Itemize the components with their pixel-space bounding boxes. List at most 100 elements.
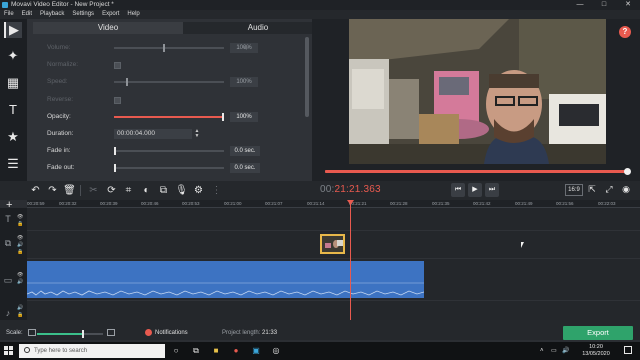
- lock-icon[interactable]: 🔒: [17, 249, 23, 255]
- playhead-line[interactable]: [350, 202, 351, 320]
- notifications-button[interactable]: Notifications: [155, 330, 188, 336]
- fade-out-slider-thumb[interactable]: [114, 164, 116, 172]
- next-frame-button[interactable]: ⏭: [485, 183, 499, 197]
- audio-clip[interactable]: [26, 261, 425, 298]
- mute-icon[interactable]: 🔊: [17, 242, 23, 248]
- magic-wand-icon[interactable]: ✦: [4, 48, 22, 64]
- menu-file[interactable]: File: [0, 10, 18, 19]
- mute-icon[interactable]: 🔊: [17, 305, 23, 311]
- close-button[interactable]: ✕: [616, 0, 640, 10]
- speed-value[interactable]: 100%: [230, 77, 258, 87]
- menu-settings[interactable]: Settings: [68, 10, 98, 19]
- notifications-icon[interactable]: [145, 329, 152, 336]
- maximize-button[interactable]: □: [592, 0, 616, 10]
- aspect-ratio-button[interactable]: 16:9: [565, 184, 583, 196]
- duration-spinner-icon[interactable]: ▲ ▼: [194, 129, 200, 139]
- panel-scrollbar[interactable]: [305, 37, 309, 117]
- transition-icon[interactable]: ⧉: [157, 184, 170, 197]
- ruler-tick: 00:21:14: [307, 201, 325, 206]
- network-icon[interactable]: ▭: [551, 345, 557, 357]
- lock-icon[interactable]: 🔒: [17, 312, 23, 318]
- menu-export[interactable]: Export: [98, 10, 123, 19]
- playback-progress-bar[interactable]: [325, 168, 631, 175]
- volume-slider[interactable]: [114, 44, 224, 52]
- video-preview: [349, 19, 606, 164]
- tray-arrow-icon[interactable]: ˄: [540, 345, 544, 357]
- titles-icon[interactable]: T: [4, 102, 22, 118]
- volume-slider-thumb[interactable]: [163, 44, 165, 52]
- fade-out-value[interactable]: 0.0 sec.: [230, 163, 260, 173]
- fullscreen-icon[interactable]: ⤢: [603, 183, 615, 195]
- stickers-icon[interactable]: ★: [4, 129, 22, 145]
- fade-in-slider-thumb[interactable]: [114, 147, 116, 155]
- menu-bar: File Edit Playback Settings Export Help: [0, 10, 640, 19]
- eye-icon[interactable]: 👁: [17, 272, 23, 278]
- detach-preview-icon[interactable]: ⇱: [586, 183, 598, 195]
- more-icon[interactable]: ⋮: [210, 184, 223, 197]
- settings-gear-icon[interactable]: ⚙: [192, 184, 205, 197]
- more-tools-icon[interactable]: ☰: [4, 156, 22, 172]
- split-icon[interactable]: ✂: [87, 184, 100, 197]
- file-explorer-icon[interactable]: ■: [210, 345, 222, 357]
- mute-icon[interactable]: 🔊: [17, 279, 23, 285]
- speed-slider-thumb[interactable]: [126, 78, 128, 86]
- eye-icon[interactable]: 👁: [17, 214, 23, 220]
- normalize-checkbox[interactable]: [114, 62, 121, 69]
- overlay-clip[interactable]: [320, 234, 345, 254]
- volume-label: Volume:: [47, 44, 71, 51]
- opacity-value[interactable]: 100%: [230, 112, 258, 122]
- help-button[interactable]: ?: [619, 26, 631, 38]
- windows-start-icon[interactable]: [4, 346, 14, 356]
- play-button[interactable]: ▶: [468, 183, 482, 197]
- tab-audio[interactable]: Audio: [183, 22, 333, 34]
- menu-help[interactable]: Help: [123, 10, 143, 19]
- fade-in-value[interactable]: 0.0 sec.: [230, 146, 260, 156]
- fade-in-slider[interactable]: [114, 147, 224, 155]
- redo-icon[interactable]: ↷: [46, 184, 59, 197]
- taskbar-clock[interactable]: 10:20 13/05/2020: [576, 344, 616, 358]
- menu-edit[interactable]: Edit: [18, 10, 36, 19]
- timeline-ruler[interactable]: 00:20:59 00:20:32 00:20:39 00:20:46 00:2…: [27, 200, 640, 208]
- crop-icon[interactable]: ⌗: [122, 184, 135, 197]
- eye-icon[interactable]: 👁: [17, 235, 23, 241]
- record-audio-icon[interactable]: 🎙: [175, 184, 188, 197]
- duration-input[interactable]: 00:00:04.000: [114, 129, 192, 139]
- opacity-slider[interactable]: [114, 113, 224, 121]
- scale-slider-thumb[interactable]: [82, 330, 84, 338]
- movavi-taskbar-icon[interactable]: ▣: [250, 345, 262, 357]
- minimize-button[interactable]: —: [568, 0, 592, 10]
- action-center-icon[interactable]: [624, 346, 632, 354]
- snapshot-icon[interactable]: ◉: [620, 183, 632, 195]
- title-bar: Movavi Video Editor - New Project * — □ …: [0, 0, 640, 10]
- color-adjust-icon[interactable]: ◐: [140, 184, 153, 197]
- speed-slider[interactable]: [114, 78, 224, 86]
- taskbar-search-input[interactable]: Type here to search: [19, 344, 165, 358]
- toolbar-separator: [80, 185, 81, 196]
- lock-icon[interactable]: 🔒: [17, 221, 23, 227]
- reverse-checkbox[interactable]: [114, 97, 121, 104]
- rotate-icon[interactable]: ⟳: [105, 184, 118, 197]
- opacity-slider-thumb[interactable]: [222, 113, 224, 121]
- tab-video[interactable]: Video: [33, 22, 183, 34]
- app-taskbar-icon[interactable]: ◎: [270, 345, 282, 357]
- fade-out-slider[interactable]: [114, 164, 224, 172]
- normalize-label: Normalize:: [47, 61, 79, 68]
- scale-slider[interactable]: [37, 330, 103, 338]
- chrome-icon[interactable]: ●: [230, 345, 242, 357]
- ruler-tick: 00:21:07: [265, 201, 283, 206]
- title-track-icon: T: [5, 214, 11, 224]
- menu-playback[interactable]: Playback: [36, 10, 68, 19]
- filters-icon[interactable]: ▦: [4, 75, 22, 91]
- zoom-in-icon[interactable]: [107, 329, 115, 336]
- import-icon[interactable]: ▶: [4, 22, 22, 38]
- speaker-icon[interactable]: ◀: [242, 43, 247, 53]
- undo-icon[interactable]: ↶: [29, 184, 42, 197]
- volume-tray-icon[interactable]: 🔊: [562, 345, 569, 357]
- previous-frame-button[interactable]: ⏮: [451, 183, 465, 197]
- task-view-icon[interactable]: ⧉: [190, 345, 202, 357]
- zoom-out-icon[interactable]: [28, 329, 36, 336]
- delete-icon[interactable]: 🗑: [63, 184, 76, 197]
- export-button[interactable]: Export: [563, 326, 633, 340]
- playback-progress-knob[interactable]: [624, 168, 631, 175]
- cortana-icon[interactable]: ○: [170, 345, 182, 357]
